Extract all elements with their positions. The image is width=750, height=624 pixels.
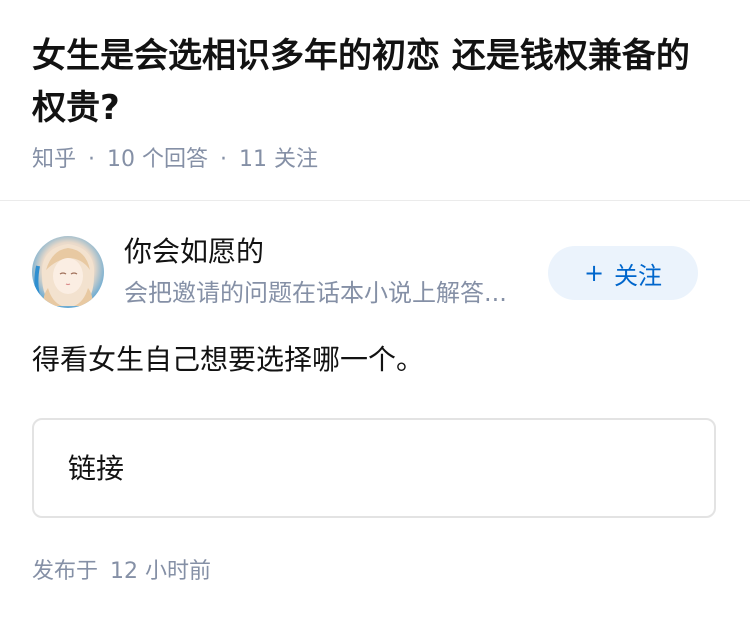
plus-icon: + <box>583 259 605 287</box>
author-bio: 会把邀请的问题在话本小说上解答... <box>124 279 507 307</box>
meta-separator-dot: · <box>88 147 96 172</box>
meta-separator-dot: · <box>220 147 228 172</box>
section-divider <box>0 200 750 201</box>
link-card[interactable]: 链接 <box>32 418 716 518</box>
publish-prefix: 发布于 <box>32 559 99 584</box>
follow-count: 11 关注 <box>239 147 319 172</box>
follow-button-label: 关注 <box>614 261 663 290</box>
link-card-label: 链接 <box>68 452 125 485</box>
answer-page: 女生是会选相识多年的初恋 还是钱权兼备的权贵? 知乎 · 10 个回答 · 11 关注 <box>0 0 750 624</box>
question-title[interactable]: 女生是会选相识多年的初恋 还是钱权兼备的权贵? <box>32 30 712 134</box>
anime-girl-avatar-icon <box>32 236 104 308</box>
answer-content: 得看女生自己想要选择哪一个。 <box>32 343 425 376</box>
publish-info: 发布于 12 小时前 <box>32 552 211 592</box>
answer-count[interactable]: 10 个回答 <box>107 147 208 172</box>
follow-author-button[interactable]: + 关注 <box>548 246 698 300</box>
question-source[interactable]: 知乎 <box>32 147 76 172</box>
author-avatar[interactable] <box>32 236 104 308</box>
publish-time: 12 小时前 <box>110 559 212 584</box>
author-name[interactable]: 你会如愿的 <box>124 232 264 272</box>
question-meta: 知乎 · 10 个回答 · 11 关注 <box>32 140 318 180</box>
